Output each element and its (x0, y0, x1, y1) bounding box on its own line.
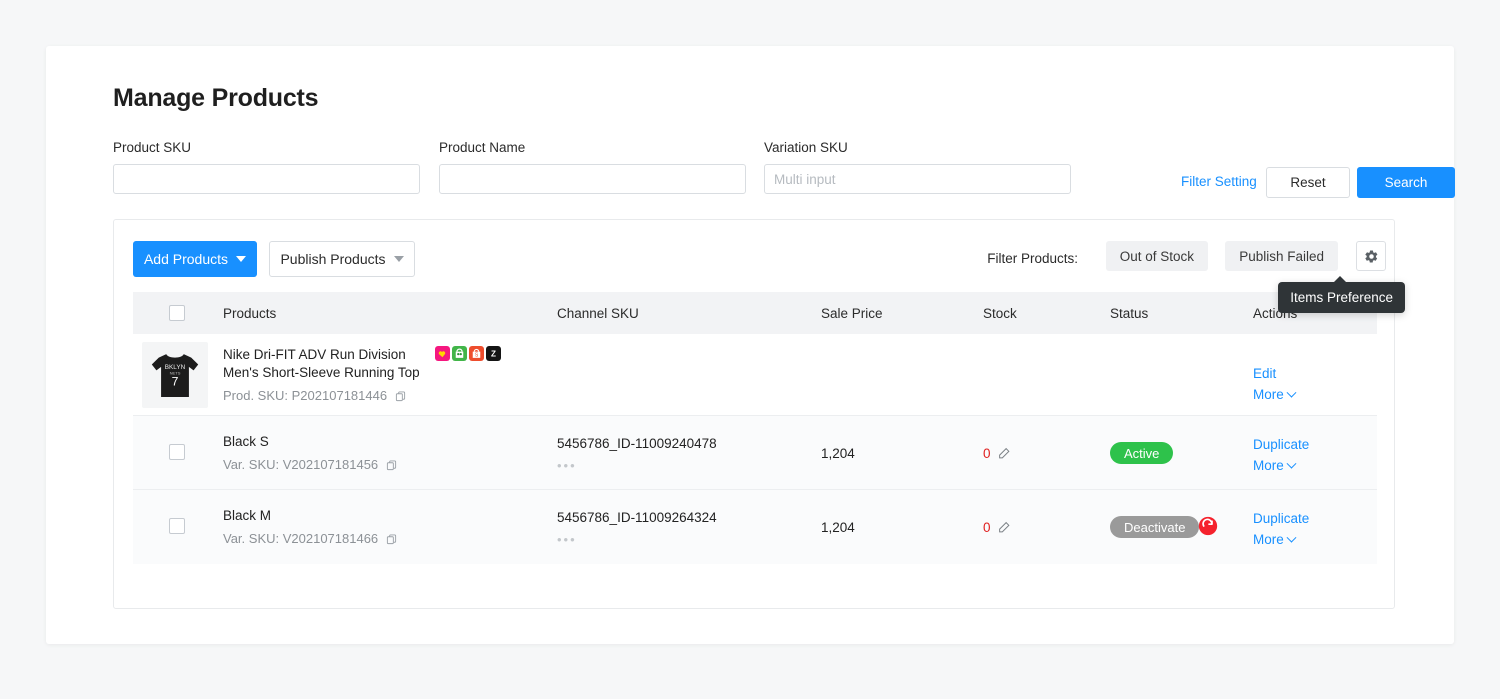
filter-bar: Product SKU Product Name Variation SKU F… (113, 140, 1395, 196)
more-label: More (1253, 458, 1284, 473)
tokopedia-icon (452, 346, 467, 361)
row-checkbox[interactable] (169, 444, 185, 460)
channel-sku-value: 5456786_ID-11009240478 (557, 436, 717, 451)
variant-sku-value: Var. SKU: V202107181456 (223, 457, 378, 472)
copy-icon[interactable] (386, 534, 397, 545)
retry-refresh-icon[interactable] (1198, 516, 1218, 536)
variation-sku-label: Variation SKU (764, 140, 1071, 156)
add-products-button[interactable]: Add Products (133, 241, 257, 277)
items-preference-tooltip: Items Preference (1278, 282, 1405, 313)
variation-sku-input[interactable] (764, 164, 1071, 194)
channel-sku-more-icon[interactable]: ••• (557, 458, 577, 473)
table-row: BKLYN NETS 7 Nike Dri-FIT ADV Run Divisi… (133, 334, 1377, 416)
product-sku-text: Prod. SKU: P202107181446 (223, 388, 406, 403)
sale-price-value: 1,204 (821, 446, 855, 461)
items-preference-button[interactable] (1356, 241, 1386, 271)
more-link[interactable]: More (1253, 529, 1309, 550)
variant-sku-text: Var. SKU: V202107181466 (223, 531, 397, 546)
column-header-stock: Stock (983, 306, 1017, 321)
edit-pencil-icon[interactable] (998, 521, 1011, 534)
copy-icon[interactable] (395, 391, 406, 402)
table-toolbar: Add Products Publish Products Filter Pro… (114, 220, 1394, 292)
product-sku-label: Product SKU (113, 140, 420, 156)
column-header-sale-price: Sale Price (821, 306, 883, 321)
column-header-status: Status (1110, 306, 1148, 321)
table-row: Black M Var. SKU: V202107181466 5456786_… (133, 490, 1377, 564)
product-thumbnail: BKLYN NETS 7 (142, 342, 208, 408)
product-title: Nike Dri-FIT ADV Run Division Men's Shor… (223, 346, 443, 382)
search-button[interactable]: Search (1357, 167, 1455, 198)
sale-price-value: 1,204 (821, 520, 855, 535)
select-all-checkbox[interactable] (169, 305, 185, 321)
duplicate-link[interactable]: Duplicate (1253, 434, 1309, 455)
lazada-icon (435, 346, 450, 361)
more-label: More (1253, 532, 1284, 547)
more-label: More (1253, 387, 1284, 402)
zalora-icon: Z (486, 346, 501, 361)
publish-products-button[interactable]: Publish Products (269, 241, 415, 277)
chevron-down-icon (1286, 459, 1296, 469)
edit-pencil-icon[interactable] (998, 447, 1011, 460)
gear-icon (1364, 249, 1379, 264)
reset-button[interactable]: Reset (1266, 167, 1350, 198)
row-actions: Duplicate More (1253, 508, 1309, 550)
product-name-label: Product Name (439, 140, 746, 156)
page-title: Manage Products (113, 84, 318, 113)
channel-sku-value: 5456786_ID-11009264324 (557, 510, 717, 525)
filter-products-label: Filter Products: (987, 251, 1078, 266)
chip-publish-failed[interactable]: Publish Failed (1225, 241, 1338, 271)
more-link[interactable]: More (1253, 384, 1295, 405)
product-sku-input[interactable] (113, 164, 420, 194)
channel-sku-more-icon[interactable]: ••• (557, 532, 577, 547)
stock-cell: 0 (983, 520, 1011, 535)
products-panel: Add Products Publish Products Filter Pro… (113, 219, 1395, 609)
publish-products-label: Publish Products (280, 251, 385, 267)
add-products-label: Add Products (144, 251, 228, 267)
shopee-icon: S (469, 346, 484, 361)
variant-name: Black S (223, 434, 269, 449)
main-card: Manage Products Product SKU Product Name… (46, 46, 1454, 644)
page-background: Manage Products Product SKU Product Name… (0, 0, 1500, 699)
product-name-input[interactable] (439, 164, 746, 194)
stock-cell: 0 (983, 446, 1011, 461)
chevron-down-icon (1286, 533, 1296, 543)
row-actions: Edit More (1253, 363, 1295, 405)
chevron-down-icon (394, 256, 404, 262)
svg-text:7: 7 (172, 374, 179, 388)
chevron-down-icon (1286, 388, 1296, 398)
channel-icons: S Z (435, 346, 501, 361)
row-checkbox[interactable] (169, 518, 185, 534)
variant-sku-value: Var. SKU: V202107181466 (223, 531, 378, 546)
svg-text:Z: Z (491, 350, 496, 359)
filter-setting-link[interactable]: Filter Setting (1181, 167, 1257, 197)
variant-name: Black M (223, 508, 271, 523)
copy-icon[interactable] (386, 460, 397, 471)
product-name-field: Product Name (439, 140, 746, 194)
column-header-products: Products (223, 306, 276, 321)
tshirt-image: BKLYN NETS 7 (146, 346, 204, 404)
product-sku-value: Prod. SKU: P202107181446 (223, 388, 387, 403)
stock-value: 0 (983, 520, 991, 535)
chevron-down-icon (236, 256, 246, 262)
stock-value: 0 (983, 446, 991, 461)
product-sku-field: Product SKU (113, 140, 420, 194)
duplicate-link[interactable]: Duplicate (1253, 508, 1309, 529)
table-body: BKLYN NETS 7 Nike Dri-FIT ADV Run Divisi… (133, 334, 1377, 564)
table-header: Products Channel SKU Sale Price Stock St… (133, 292, 1377, 334)
status-badge: Deactivate (1110, 516, 1199, 538)
column-header-channel-sku: Channel SKU (557, 306, 639, 321)
chip-out-of-stock[interactable]: Out of Stock (1106, 241, 1208, 271)
variation-sku-field: Variation SKU (764, 140, 1071, 194)
status-badge: Active (1110, 442, 1173, 464)
more-link[interactable]: More (1253, 455, 1309, 476)
variant-sku-text: Var. SKU: V202107181456 (223, 457, 397, 472)
table-row: Black S Var. SKU: V202107181456 5456786_… (133, 416, 1377, 490)
row-actions: Duplicate More (1253, 434, 1309, 476)
edit-link[interactable]: Edit (1253, 363, 1295, 384)
